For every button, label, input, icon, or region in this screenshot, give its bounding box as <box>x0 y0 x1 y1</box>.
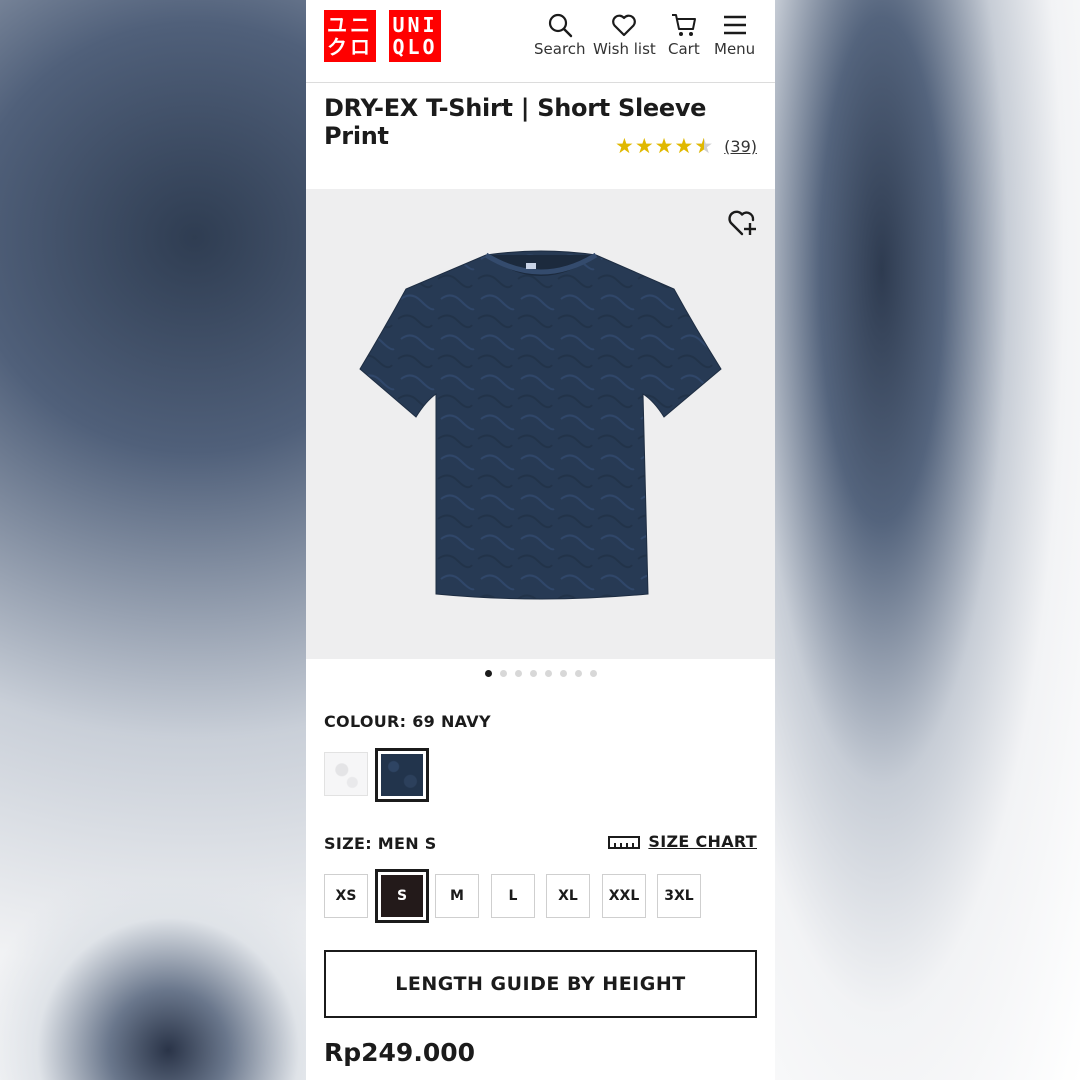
size-label: SIZE: MEN S <box>324 834 437 853</box>
carousel-dot[interactable] <box>484 670 492 677</box>
size-option-l[interactable]: L <box>491 874 535 918</box>
colour-label: COLOUR: 69 NAVY <box>324 712 491 731</box>
colour-swatch-navy[interactable] <box>375 748 429 802</box>
search-icon <box>548 13 572 38</box>
rating-stars: ★★★★★ <box>615 134 714 158</box>
product-price: Rp249.000 <box>324 1038 476 1067</box>
length-guide-button[interactable]: LENGTH GUIDE BY HEIGHT <box>324 950 757 1018</box>
nav-wishlist-label: Wish list <box>593 40 656 58</box>
nav-cart[interactable]: Cart <box>668 12 700 58</box>
product-page: ユニ クロ UNI QLO Search Wish list Cart Menu… <box>306 0 775 1080</box>
background-blur-left <box>0 880 306 1080</box>
carousel-dot[interactable] <box>559 670 567 677</box>
site-header: ユニ クロ UNI QLO Search Wish list Cart Menu <box>306 0 775 83</box>
heart-icon <box>612 14 637 37</box>
size-option-3xl[interactable]: 3XL <box>657 874 701 918</box>
size-option-s[interactable]: S <box>375 869 429 923</box>
half-star-icon: ★ <box>694 134 714 158</box>
nav-search[interactable]: Search <box>534 12 586 58</box>
add-to-wishlist-button[interactable] <box>727 207 759 243</box>
nav-menu[interactable]: Menu <box>714 12 755 58</box>
logo-japanese[interactable]: ユニ クロ <box>324 10 376 62</box>
carousel-dot[interactable] <box>544 670 552 677</box>
carousel-dot[interactable] <box>499 670 507 677</box>
size-option-xl[interactable]: XL <box>546 874 590 918</box>
carousel-dot[interactable] <box>529 670 537 677</box>
size-option-m[interactable]: M <box>435 874 479 918</box>
carousel-pagination <box>306 670 775 677</box>
nav-cart-label: Cart <box>668 40 700 58</box>
nav-menu-label: Menu <box>714 40 756 58</box>
size-chart-link[interactable]: SIZE CHART <box>608 832 757 851</box>
tshirt-image <box>359 250 722 600</box>
carousel-dot[interactable] <box>574 670 582 677</box>
logo-english[interactable]: UNI QLO <box>389 10 441 62</box>
ruler-icon <box>608 835 641 849</box>
nav-search-label: Search <box>534 40 586 58</box>
colour-swatch-white[interactable] <box>324 752 368 796</box>
carousel-dot[interactable] <box>589 670 597 677</box>
full-stars: ★★★★ <box>615 134 695 158</box>
product-image-carousel[interactable] <box>306 189 775 659</box>
review-count-link[interactable]: (39) <box>724 137 757 156</box>
size-chart-label: SIZE CHART <box>648 832 757 851</box>
product-rating[interactable]: ★★★★★ (39) <box>615 134 757 158</box>
carousel-dot[interactable] <box>514 670 522 677</box>
heart-plus-icon <box>728 210 756 236</box>
background-blur-right <box>775 0 1080 1080</box>
size-option-xxl[interactable]: XXL <box>602 874 646 918</box>
nav-wishlist[interactable]: Wish list <box>593 12 656 58</box>
size-option-xs[interactable]: XS <box>324 874 368 918</box>
hamburger-menu-icon <box>723 15 746 35</box>
cart-icon <box>671 14 696 36</box>
